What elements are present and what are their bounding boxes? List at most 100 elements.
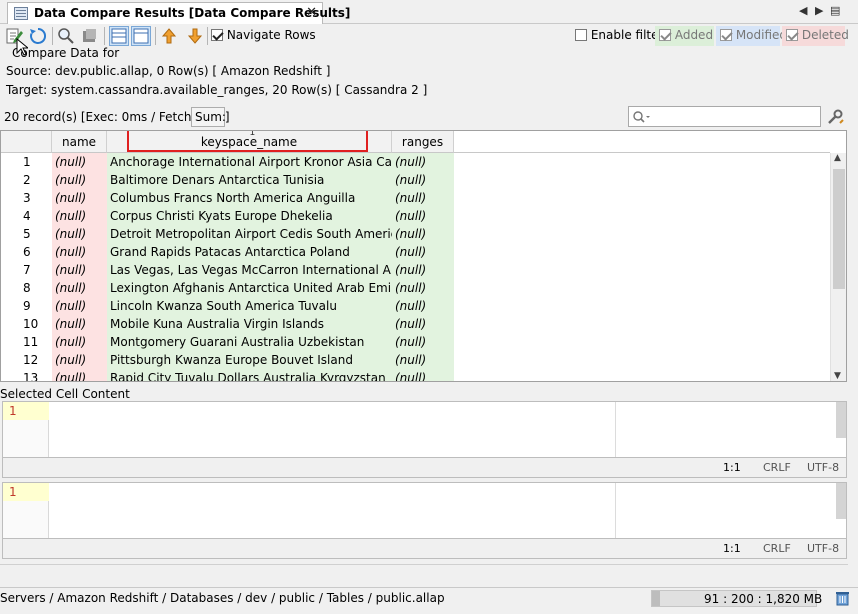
checkbox-checked-icon bbox=[659, 29, 671, 41]
selected-cell-label: Selected Cell Content bbox=[0, 387, 130, 401]
column-header-ranges[interactable]: ranges bbox=[392, 131, 454, 153]
legend-modified-label: Modified bbox=[735, 28, 788, 42]
cell-name[interactable]: (null) bbox=[52, 189, 107, 207]
row-number: 2 bbox=[23, 173, 31, 187]
cell-name[interactable]: (null) bbox=[52, 369, 107, 381]
cell-name[interactable]: (null) bbox=[52, 207, 107, 225]
empty-panel bbox=[0, 564, 848, 584]
row-number: 8 bbox=[23, 281, 31, 295]
cell-name[interactable]: (null) bbox=[52, 297, 107, 315]
cell-ranges[interactable]: (null) bbox=[392, 297, 454, 315]
cell-keyspace-name[interactable]: Detroit Metropolitan Airport Cedis South… bbox=[107, 225, 392, 243]
cell-name[interactable]: (null) bbox=[52, 243, 107, 261]
cell-name[interactable]: (null) bbox=[52, 153, 107, 171]
tab-list-icon[interactable]: ▤ bbox=[830, 4, 840, 18]
settings-icon[interactable] bbox=[826, 108, 844, 126]
cell-keyspace-name[interactable]: Pittsburgh Kwanza Europe Bouvet Island bbox=[107, 351, 392, 369]
memory-used-bar bbox=[652, 591, 661, 606]
scroll-up-icon[interactable]: ▲ bbox=[834, 153, 841, 163]
cell-name[interactable]: (null) bbox=[52, 225, 107, 243]
cell-keyspace-name[interactable]: Rapid City Tuvalu Dollars Australia Kyrg… bbox=[107, 369, 392, 381]
split-view-icon[interactable] bbox=[109, 26, 129, 46]
row-number: 10 bbox=[23, 317, 39, 331]
cell-name[interactable]: (null) bbox=[52, 333, 107, 351]
scrollbar-thumb[interactable] bbox=[833, 169, 845, 289]
navigate-rows-label: Navigate Rows bbox=[226, 28, 316, 42]
target-info: Target: system.cassandra.available_range… bbox=[6, 83, 428, 97]
highlighted-column-outline bbox=[127, 131, 368, 152]
cell-keyspace-name[interactable]: Mobile Kuna Australia Virgin Islands bbox=[107, 315, 392, 333]
tab-label: Data Compare Results [Data Compare Resul… bbox=[34, 6, 351, 20]
memory-indicator[interactable]: 91 : 200 : 1,820 MB bbox=[651, 590, 822, 607]
cell-keyspace-name[interactable]: Anchorage International Airport Kronor A… bbox=[107, 153, 392, 171]
cell-name[interactable]: (null) bbox=[52, 279, 107, 297]
compare-info-panel: Compare Data for Source: dev.public.alla… bbox=[2, 46, 842, 104]
encoding: UTF-8 bbox=[807, 542, 840, 555]
close-tab-icon[interactable]: ✕ bbox=[306, 5, 317, 21]
search-icon bbox=[633, 111, 650, 123]
cell-ranges[interactable]: (null) bbox=[392, 315, 454, 333]
column-header-name[interactable]: name bbox=[52, 131, 107, 153]
legend-added[interactable]: Added bbox=[655, 26, 714, 46]
breadcrumb[interactable]: Servers / Amazon Redshift / Databases / … bbox=[0, 591, 445, 605]
refresh-icon[interactable] bbox=[28, 26, 48, 46]
cell-ranges[interactable]: (null) bbox=[392, 351, 454, 369]
back-icon[interactable]: ◀ bbox=[799, 4, 807, 18]
line-number: 1 bbox=[3, 483, 49, 501]
cell-ranges[interactable]: (null) bbox=[392, 243, 454, 261]
cell-ranges[interactable]: (null) bbox=[392, 225, 454, 243]
selected-cell-editor[interactable]: 1 bbox=[2, 401, 847, 458]
cursor-position: 1:1 bbox=[723, 542, 741, 555]
legend-deleted-label: Deleted bbox=[801, 28, 849, 42]
legend-modified[interactable]: Modified bbox=[716, 26, 787, 46]
export-icon[interactable] bbox=[80, 26, 100, 46]
cell-keyspace-name[interactable]: Montgomery Guarani Australia Uzbekistan bbox=[107, 333, 392, 351]
cell-ranges[interactable]: (null) bbox=[392, 153, 454, 171]
cell-ranges[interactable]: (null) bbox=[392, 261, 454, 279]
previous-difference-icon[interactable] bbox=[159, 26, 179, 46]
encoding: UTF-8 bbox=[807, 461, 840, 474]
results-grid: name keyspace_name ^1 ranges 1 (null) Anch… bbox=[0, 130, 847, 382]
editor-scrollbar[interactable] bbox=[836, 402, 846, 438]
sum-field[interactable]: Sum: bbox=[191, 107, 226, 127]
memory-text: 91 : 200 : 1,820 MB bbox=[704, 592, 823, 606]
forward-icon[interactable]: ▶ bbox=[815, 4, 823, 18]
splitter-grip-icon[interactable]: ...... bbox=[419, 375, 440, 381]
enable-filter-checkbox[interactable]: Enable filter bbox=[575, 28, 663, 42]
cell-name[interactable]: (null) bbox=[52, 351, 107, 369]
navigate-rows-checkbox[interactable]: Navigate Rows bbox=[211, 28, 316, 42]
cell-keyspace-name[interactable]: Lexington Afghanis Antarctica United Ara… bbox=[107, 279, 392, 297]
tab-data-compare-results[interactable]: Data Compare Results [Data Compare Resul… bbox=[7, 2, 350, 24]
legend-deleted[interactable]: Deleted bbox=[782, 26, 849, 46]
find-icon[interactable] bbox=[56, 26, 76, 46]
search-input[interactable] bbox=[628, 106, 821, 127]
cell-name[interactable]: (null) bbox=[52, 315, 107, 333]
status-bar: Servers / Amazon Redshift / Databases / … bbox=[0, 587, 858, 608]
cell-name[interactable]: (null) bbox=[52, 171, 107, 189]
legend-added-label: Added bbox=[674, 28, 714, 42]
cell-keyspace-name[interactable]: Lincoln Kwanza South America Tuvalu bbox=[107, 297, 392, 315]
row-number: 4 bbox=[23, 209, 31, 223]
cell-ranges[interactable]: (null) bbox=[392, 333, 454, 351]
line-gutter: 1 bbox=[3, 483, 49, 538]
editor-scrollbar[interactable] bbox=[836, 483, 846, 519]
cell-keyspace-name[interactable]: Baltimore Denars Antarctica Tunisia bbox=[107, 171, 392, 189]
row-number-header bbox=[1, 131, 52, 153]
cell-keyspace-name[interactable]: Las Vegas, Las Vegas McCarron Internatio… bbox=[107, 261, 392, 279]
source-info: Source: dev.public.allap, 0 Row(s) [ Ama… bbox=[6, 64, 331, 78]
cell-keyspace-name[interactable]: Corpus Christi Kyats Europe Dhekelia bbox=[107, 207, 392, 225]
cell-ranges[interactable]: (null) bbox=[392, 279, 454, 297]
cell-ranges[interactable]: (null) bbox=[392, 171, 454, 189]
scroll-down-icon[interactable]: ▼ bbox=[834, 371, 841, 381]
cell-name[interactable]: (null) bbox=[52, 261, 107, 279]
grid-vertical-scrollbar[interactable]: ▲ ▼ bbox=[830, 153, 846, 381]
cell-ranges[interactable]: (null) bbox=[392, 207, 454, 225]
second-cell-editor[interactable]: 1 bbox=[2, 482, 847, 539]
cell-keyspace-name[interactable]: Columbus Francs North America Anguilla bbox=[107, 189, 392, 207]
cell-keyspace-name[interactable]: Grand Rapids Patacas Antarctica Poland bbox=[107, 243, 392, 261]
next-difference-icon[interactable] bbox=[185, 26, 205, 46]
row-number: 5 bbox=[23, 227, 31, 241]
garbage-collect-icon[interactable] bbox=[835, 590, 850, 606]
single-view-icon[interactable] bbox=[131, 26, 151, 46]
cell-ranges[interactable]: (null) bbox=[392, 189, 454, 207]
